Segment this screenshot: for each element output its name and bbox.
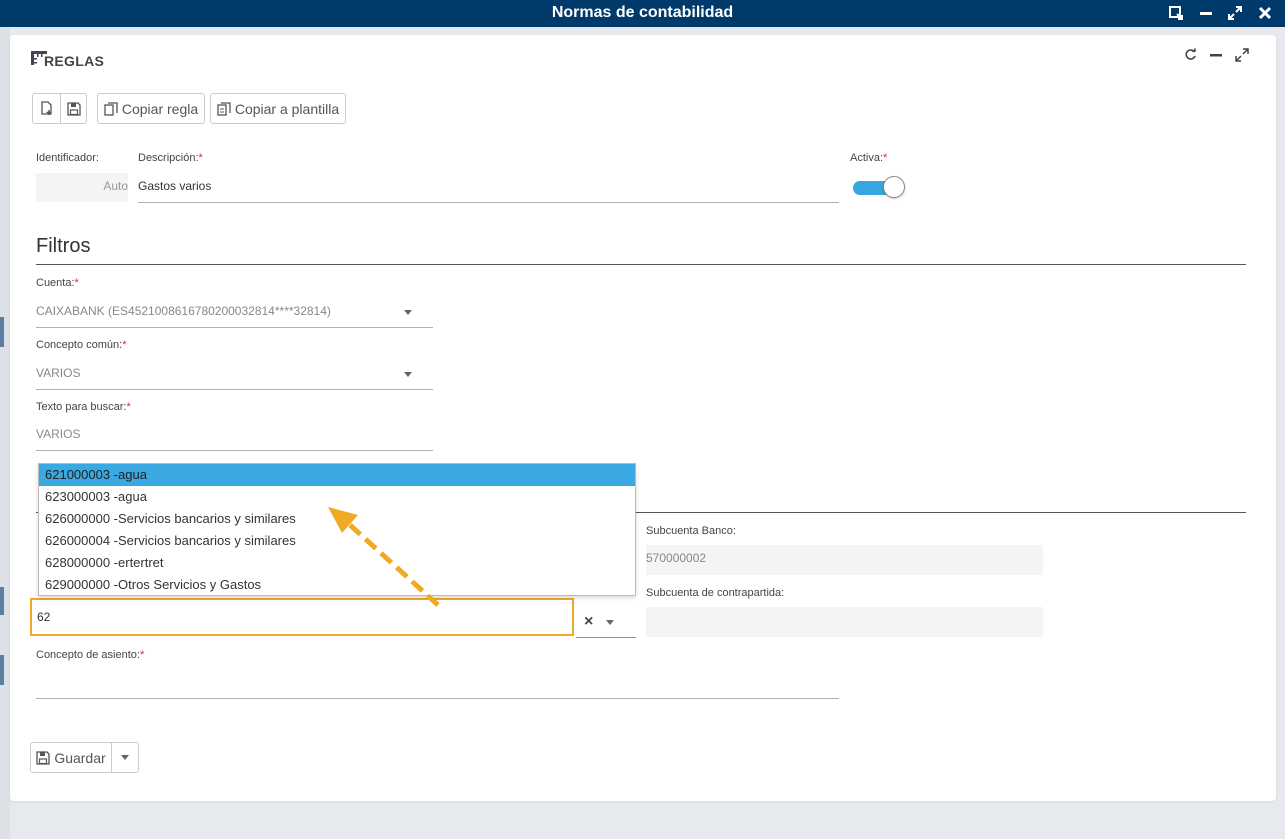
subaccount-underline: [576, 637, 636, 638]
description-label: Descripción:*: [138, 152, 203, 164]
copy-icon: [104, 101, 118, 116]
counterpart-subaccount-field: [646, 607, 1043, 637]
search-text-label: Texto para buscar:*: [36, 401, 131, 413]
search-text-input[interactable]: VARIOS: [36, 427, 80, 441]
rules-panel: [10, 35, 1276, 801]
bank-subaccount-value: 570000002: [646, 551, 707, 565]
save-toolbar-button[interactable]: [60, 94, 86, 123]
entry-concept-label: Concepto de asiento:*: [36, 649, 145, 661]
active-toggle[interactable]: [853, 176, 905, 200]
copy-rule-label: Copiar regla: [121, 100, 199, 117]
common-concept-label: Concepto común:*: [36, 339, 127, 351]
account-underline: [36, 327, 433, 328]
window-title: Normas de contabilidad: [551, 4, 734, 21]
account-label: Cuenta:*: [36, 277, 79, 289]
counterpart-subaccount-label: Subcuenta de contrapartida:: [646, 587, 785, 599]
minimize-icon[interactable]: [1198, 5, 1214, 21]
file-button-group: [32, 93, 87, 124]
new-button[interactable]: [33, 94, 60, 123]
floppy-icon: [66, 101, 81, 116]
new-file-icon: [40, 101, 52, 115]
filters-divider: [36, 264, 1246, 265]
clear-icon[interactable]: ×: [584, 613, 593, 631]
floppy-icon: [36, 750, 50, 765]
copy-rule-button[interactable]: Copiar regla: [98, 94, 204, 123]
entry-concept-underline[interactable]: [36, 698, 839, 699]
identifier-label: Identificador:: [36, 152, 99, 164]
filters-title: Filtros: [36, 235, 91, 257]
common-concept-underline: [36, 389, 433, 390]
toggle-knob: [883, 176, 905, 198]
bank-subaccount-label: Subcuenta Banco:: [646, 525, 736, 537]
subaccount-search-input[interactable]: [30, 598, 574, 636]
active-label: Activa:*: [850, 152, 888, 164]
panel-title: REGLAS: [44, 53, 105, 69]
copy-template-group: Copiar a plantilla: [210, 93, 346, 124]
description-underline: [138, 202, 839, 203]
dropdown-option[interactable]: 621000003 -agua: [39, 464, 635, 486]
copy-rule-group: Copiar regla: [97, 93, 205, 124]
identifier-value: Auto: [103, 179, 128, 193]
subaccount-caret-icon[interactable]: [606, 620, 614, 625]
save-button[interactable]: Guardar: [31, 743, 111, 772]
refresh-icon[interactable]: [1184, 48, 1198, 62]
chevron-down-icon: [121, 755, 129, 760]
background-app-edge: [0, 27, 10, 839]
search-text-underline: [36, 450, 433, 451]
panel-expand-icon[interactable]: [1235, 48, 1249, 62]
account-select[interactable]: CAIXABANK (ES4521008616780200032814****3…: [36, 304, 331, 318]
close-icon[interactable]: [1257, 5, 1273, 21]
common-concept-caret-icon[interactable]: [404, 372, 412, 377]
maximize-icon[interactable]: [1227, 5, 1243, 21]
popout-icon[interactable]: [1168, 5, 1184, 21]
copy-to-template-label: Copiar a plantilla: [234, 100, 340, 117]
save-options-button[interactable]: [111, 743, 138, 772]
save-button-group: Guardar: [30, 742, 139, 773]
account-caret-icon[interactable]: [404, 310, 412, 315]
description-input[interactable]: Gastos varios: [138, 179, 211, 193]
copy-to-template-button[interactable]: Copiar a plantilla: [211, 94, 345, 123]
window-titlebar: Normas de contabilidad: [0, 0, 1285, 27]
panel-minimize-icon[interactable]: [1209, 48, 1223, 62]
save-label: Guardar: [54, 749, 106, 766]
template-icon: [217, 101, 231, 116]
common-concept-select[interactable]: VARIOS: [36, 366, 80, 380]
annotation-arrow-icon: [328, 507, 440, 607]
